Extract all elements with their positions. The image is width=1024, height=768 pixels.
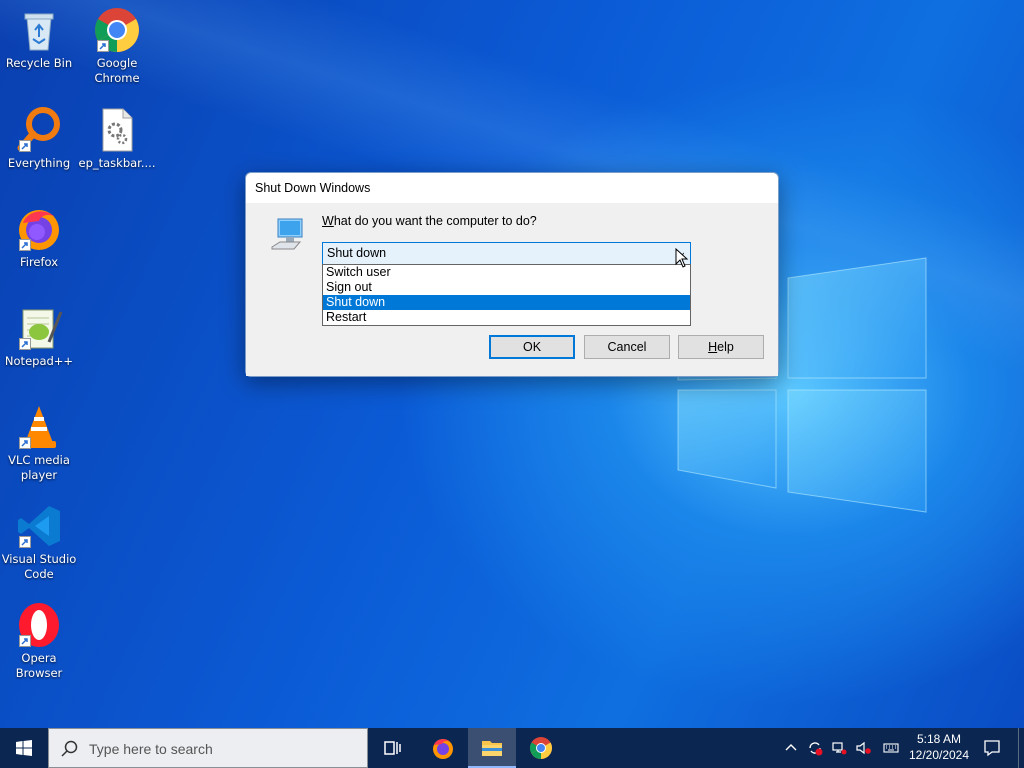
taskbar-file-explorer[interactable] — [468, 728, 516, 768]
taskbar-clock[interactable]: 5:18 AM 12/20/2024 — [906, 731, 972, 763]
notification-icon — [984, 740, 1000, 757]
mouse-cursor-icon — [675, 248, 689, 268]
shortcut-arrow-icon — [19, 239, 31, 251]
task-view-icon — [384, 741, 401, 755]
show-desktop-button[interactable] — [1018, 728, 1024, 768]
ok-button[interactable]: OK — [489, 335, 575, 359]
shortcut-arrow-icon — [19, 635, 31, 647]
sync-error-icon — [809, 742, 823, 756]
cancel-button[interactable]: Cancel — [584, 335, 670, 359]
help-mnemonic: H — [708, 340, 718, 354]
desktop-icon-label: VLC media player — [8, 453, 70, 482]
desktop-icon-notepadpp[interactable]: Notepad++ — [0, 304, 78, 369]
vlc-icon — [15, 403, 63, 451]
dialog-body: What do you want the computer to do? Shu… — [246, 203, 778, 376]
desktop-icon-vscode[interactable]: Visual Studio Code — [0, 502, 78, 582]
desktop-icon-label: Recycle Bin — [5, 56, 73, 70]
clock-date: 12/20/2024 — [908, 748, 970, 762]
firefox-icon — [15, 205, 63, 253]
computer-icon — [270, 217, 306, 253]
settings-file-icon — [93, 106, 141, 154]
dialog-title: Shut Down Windows — [246, 173, 778, 203]
vscode-icon — [15, 502, 63, 550]
file-explorer-icon — [482, 741, 502, 756]
desktop-icon-label: Google Chrome — [94, 56, 140, 85]
touch-keyboard-icon — [883, 743, 899, 753]
search-icon — [61, 740, 78, 757]
search-box[interactable]: Type here to search — [48, 728, 368, 768]
desktop-icon-ep-taskbar[interactable]: ep_taskbar.... — [78, 106, 156, 171]
option-switch-user[interactable]: Switch user — [323, 265, 690, 280]
firefox-icon — [433, 739, 453, 759]
desktop-icon-label: Everything — [7, 156, 71, 170]
task-view-button[interactable] — [368, 728, 416, 768]
tray-volume-button[interactable] — [852, 728, 874, 768]
option-sign-out[interactable]: Sign out — [323, 280, 690, 295]
desktop: Recycle Bin Google Chrome Everything ep_… — [0, 0, 1024, 728]
everything-icon — [15, 106, 63, 154]
clock-time: 5:18 AM — [916, 732, 962, 746]
taskbar: Type here to search 5:18 AM 12/20/2024 — [0, 728, 1024, 768]
shortcut-arrow-icon — [19, 536, 31, 548]
desktop-icon-label: Notepad++ — [4, 354, 74, 368]
desktop-icon-everything[interactable]: Everything — [0, 106, 78, 171]
option-restart[interactable]: Restart — [323, 310, 690, 325]
shortcut-arrow-icon — [19, 437, 31, 449]
shut-down-dialog: Shut Down Windows What do you want the c… — [245, 172, 779, 377]
question-mnemonic: W — [322, 214, 334, 228]
action-select-value: Shut down — [327, 246, 387, 260]
desktop-icon-opera[interactable]: Opera Browser — [0, 601, 78, 681]
opera-icon — [15, 601, 63, 649]
action-select[interactable]: Shut down — [322, 242, 691, 265]
option-shut-down[interactable]: Shut down — [323, 295, 690, 310]
chrome-icon — [530, 737, 552, 759]
shortcut-arrow-icon — [19, 338, 31, 350]
desktop-icon-vlc[interactable]: VLC media player — [0, 403, 78, 483]
chevron-up-icon — [785, 744, 797, 751]
help-button[interactable]: Help — [678, 335, 764, 359]
action-dropdown-list: Switch user Sign out Shut down Restart — [322, 264, 691, 326]
start-button[interactable] — [0, 728, 48, 768]
tray-keyboard-button[interactable] — [880, 728, 902, 768]
volume-muted-icon — [856, 741, 871, 755]
shortcut-arrow-icon — [19, 140, 31, 152]
desktop-icon-chrome[interactable]: Google Chrome — [78, 6, 156, 86]
desktop-icon-label: Visual Studio Code — [1, 552, 77, 581]
recycle-bin-icon — [15, 6, 63, 54]
tray-sync-button[interactable] — [804, 728, 826, 768]
windows-start-icon — [16, 740, 32, 756]
chrome-icon — [93, 6, 141, 54]
desktop-icon-label: ep_taskbar.... — [78, 156, 156, 170]
tray-overflow-button[interactable] — [780, 728, 802, 768]
search-placeholder: Type here to search — [89, 741, 213, 757]
desktop-icon-label: Opera Browser — [15, 651, 63, 680]
help-label: elp — [717, 340, 734, 354]
desktop-icon-recycle-bin[interactable]: Recycle Bin — [0, 6, 78, 71]
desktop-icon-label: Firefox — [19, 255, 59, 269]
dialog-question: What do you want the computer to do? — [322, 214, 537, 228]
network-icon — [832, 742, 847, 755]
notification-center-button[interactable] — [978, 728, 1008, 768]
notepadpp-icon — [15, 304, 63, 352]
desktop-icon-firefox[interactable]: Firefox — [0, 205, 78, 270]
tray-network-button[interactable] — [828, 728, 850, 768]
shortcut-arrow-icon — [97, 40, 109, 52]
question-text: hat do you want the computer to do? — [333, 214, 537, 228]
taskbar-chrome[interactable] — [517, 728, 565, 768]
taskbar-firefox[interactable] — [419, 728, 467, 768]
